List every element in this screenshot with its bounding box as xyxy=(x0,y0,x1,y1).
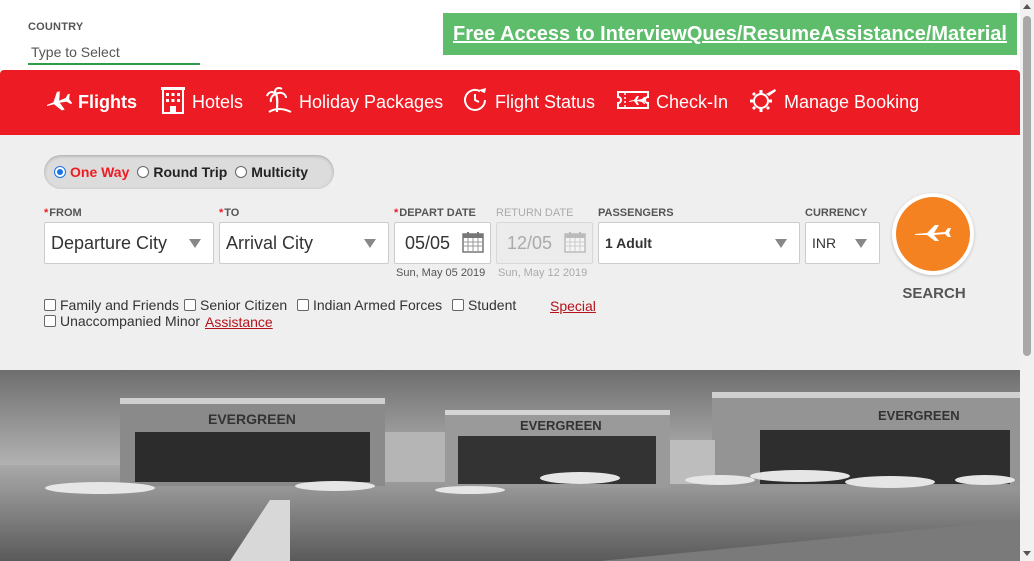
return-date-full: Sun, May 12 2019 xyxy=(498,267,588,279)
search-button[interactable] xyxy=(892,193,974,275)
nav-flights[interactable]: Flights xyxy=(44,70,137,135)
nav-label-holiday-packages: Holiday Packages xyxy=(299,92,444,112)
passengers-value: 1 Adult xyxy=(605,235,652,251)
chevron-down-icon xyxy=(855,239,867,248)
checkbox-box[interactable] xyxy=(44,315,56,327)
checkbox-box[interactable] xyxy=(44,299,56,311)
chevron-down-icon xyxy=(775,239,787,248)
return-date-value: 12/05 xyxy=(507,232,553,253)
nav-manage-booking[interactable]: Manage Booking xyxy=(748,70,919,135)
depart-date-value: 05/05 xyxy=(405,232,451,253)
radio-one-way[interactable] xyxy=(54,166,66,178)
trip-multicity-label: Multicity xyxy=(251,164,309,180)
nav-label-manage-booking: Manage Booking xyxy=(784,92,920,112)
trip-one-way-label: One Way xyxy=(70,164,130,180)
hangar-sign: EVERGREEN xyxy=(878,408,960,423)
checkbox-label: Student xyxy=(468,297,517,313)
country-input[interactable] xyxy=(28,40,200,65)
passengers-select[interactable]: 1 Adult xyxy=(598,222,800,264)
checkbox-label: Unaccompanied Minor xyxy=(60,313,201,329)
depart-date-label: *DEPART DATE xyxy=(394,207,476,219)
checkbox-family-friends[interactable]: Family and Friends xyxy=(44,297,179,313)
trip-type-selector: One Way Round Trip Multicity xyxy=(44,155,334,189)
nav-holiday-packages[interactable]: Holiday Packages xyxy=(265,70,443,135)
radio-multicity[interactable] xyxy=(235,166,248,178)
nav-label-hotels: Hotels xyxy=(192,92,244,112)
chevron-down-icon xyxy=(189,239,201,248)
search-label: SEARCH xyxy=(902,285,966,302)
nav-label-flight-status: Flight Status xyxy=(495,92,596,112)
checkbox-student[interactable]: Student xyxy=(452,297,516,313)
page: COUNTRY Free Access to InterviewQues/Res… xyxy=(0,0,1034,561)
hangar-sign: EVERGREEN xyxy=(208,411,296,427)
gear-plane-icon xyxy=(748,86,778,119)
currency-label: CURRENCY xyxy=(805,207,868,219)
nav-flight-status[interactable]: Flight Status xyxy=(461,70,595,135)
clock-plane-icon xyxy=(461,86,489,119)
hangar-sign: EVERGREEN xyxy=(520,418,602,433)
main-nav: Flights Hotels Holiday Packages Flight S… xyxy=(0,70,1020,135)
special-assistance-link-2[interactable]: Assistance xyxy=(205,314,273,330)
checkbox-armed-forces[interactable]: Indian Armed Forces xyxy=(297,297,442,313)
scroll-up-icon[interactable] xyxy=(1023,4,1031,9)
hotel-icon xyxy=(160,86,186,119)
return-date-input[interactable]: 12/05 xyxy=(496,222,593,264)
checkbox-box[interactable] xyxy=(184,299,196,311)
scroll-down-icon[interactable] xyxy=(1023,551,1031,556)
plane-icon xyxy=(913,222,953,247)
from-select[interactable]: Departure City xyxy=(44,222,214,264)
nav-hotels[interactable]: Hotels xyxy=(160,70,243,135)
nav-label-check-in: Check-In xyxy=(656,92,729,112)
nav-check-in[interactable]: Check-In xyxy=(616,70,728,135)
scrollbar-thumb[interactable] xyxy=(1023,16,1031,356)
to-select[interactable]: Arrival City xyxy=(219,222,389,264)
ticket-plane-icon xyxy=(616,88,650,117)
currency-value: INR xyxy=(812,235,837,251)
checkbox-box[interactable] xyxy=(452,299,464,311)
checkbox-senior-citizen[interactable]: Senior Citizen xyxy=(184,297,287,313)
depart-date-input[interactable]: 05/05 xyxy=(394,222,491,264)
checkbox-unaccompanied-minor[interactable]: Unaccompanied Minor xyxy=(44,313,200,329)
calendar-icon[interactable] xyxy=(564,231,586,258)
chevron-down-icon xyxy=(364,239,376,248)
depart-date-full: Sun, May 05 2019 xyxy=(396,267,486,279)
from-value: Departure City xyxy=(51,232,168,253)
plane-icon xyxy=(44,88,73,117)
checkbox-label: Indian Armed Forces xyxy=(313,297,443,313)
currency-select[interactable]: INR xyxy=(805,222,880,264)
return-date-label: RETURN DATE xyxy=(496,207,574,219)
trip-round-trip[interactable]: Round Trip xyxy=(137,164,227,180)
trip-multicity[interactable]: Multicity xyxy=(235,164,308,180)
trip-one-way[interactable]: One Way xyxy=(54,164,129,180)
to-value: Arrival City xyxy=(226,232,314,253)
from-label: *FROM xyxy=(44,207,82,219)
trip-round-trip-label: Round Trip xyxy=(153,164,228,180)
calendar-icon[interactable] xyxy=(462,231,484,258)
palm-tree-icon xyxy=(265,86,293,119)
country-label: COUNTRY xyxy=(28,21,84,33)
promo-banner: Free Access to InterviewQues/ResumeAssis… xyxy=(443,13,1017,55)
special-assistance-link-1[interactable]: Special xyxy=(550,298,596,314)
checkbox-label: Family and Friends xyxy=(60,297,180,313)
checkbox-label: Senior Citizen xyxy=(200,297,288,313)
promo-link[interactable]: Free Access to InterviewQues/ResumeAssis… xyxy=(453,23,1007,46)
to-label: *TO xyxy=(219,207,240,219)
checkbox-box[interactable] xyxy=(297,299,309,311)
passengers-label: PASSENGERS xyxy=(598,207,674,219)
radio-round-trip[interactable] xyxy=(137,166,150,178)
search-button-face xyxy=(896,197,970,271)
nav-label-flights: Flights xyxy=(78,92,137,112)
scrollbar[interactable] xyxy=(1020,0,1034,561)
hero-photo: EVERGREEN EVERGREEN EVERGREEN xyxy=(0,370,1020,561)
